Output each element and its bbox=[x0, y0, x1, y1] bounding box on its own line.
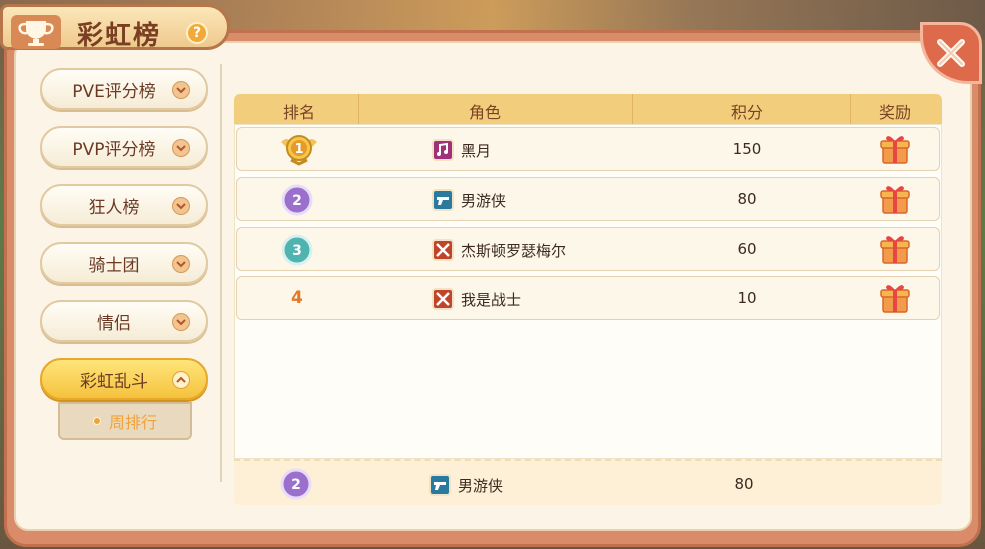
sidebar-divider bbox=[220, 64, 222, 482]
chevron-down-icon bbox=[172, 313, 190, 331]
score-value: 150 bbox=[732, 140, 762, 158]
sidebar-subitem-weekly[interactable]: 周排行 bbox=[58, 402, 192, 440]
gift-box-icon[interactable] bbox=[880, 183, 910, 215]
rank-purple-badge-icon: 2 bbox=[280, 468, 312, 500]
title-banner: 彩虹榜 ? bbox=[0, 4, 230, 51]
trophy-icon bbox=[11, 15, 61, 49]
sidebar-subitem-label: 周排行 bbox=[108, 413, 157, 432]
score-value: 80 bbox=[737, 190, 757, 208]
role-name: 黑月 bbox=[461, 142, 492, 160]
svg-text:2: 2 bbox=[292, 193, 302, 209]
role-name: 男游侠 bbox=[461, 192, 507, 210]
swords-icon bbox=[432, 239, 454, 261]
gun-icon bbox=[429, 474, 451, 496]
rank-teal-badge-icon: 3 bbox=[281, 234, 313, 266]
column-divider bbox=[850, 94, 851, 124]
svg-text:3: 3 bbox=[292, 243, 302, 259]
score-value: 10 bbox=[737, 289, 757, 307]
sidebar-item-pvp[interactable]: PVP评分榜 bbox=[40, 126, 208, 168]
page-title: 彩虹榜 bbox=[77, 21, 162, 51]
sidebar-item-label: 彩虹乱斗 bbox=[80, 371, 148, 392]
my-rank-row: 2 男游侠 80 bbox=[234, 459, 942, 505]
music-note-icon bbox=[432, 139, 454, 161]
column-divider bbox=[358, 94, 359, 124]
svg-text:2: 2 bbox=[291, 477, 301, 493]
sidebar-item-label: PVP评分榜 bbox=[72, 139, 156, 160]
swords-icon bbox=[432, 288, 454, 310]
gun-icon bbox=[432, 189, 454, 211]
close-icon bbox=[937, 39, 965, 67]
svg-text:1: 1 bbox=[294, 142, 303, 157]
role-name: 我是战士 bbox=[461, 291, 522, 309]
chevron-down-icon bbox=[172, 255, 190, 273]
score-value: 80 bbox=[734, 475, 754, 493]
sidebar-item-label: 情侣 bbox=[97, 313, 131, 334]
table-row[interactable]: 4 我是战士 10 bbox=[236, 276, 940, 320]
chevron-down-icon bbox=[172, 81, 190, 99]
gift-box-icon[interactable] bbox=[880, 233, 910, 265]
column-header-rank: 排名 bbox=[282, 103, 315, 122]
sidebar-item-label: PVE评分榜 bbox=[72, 81, 156, 102]
rank-gold-medal-icon: 1 bbox=[281, 135, 317, 166]
help-icon[interactable]: ? bbox=[186, 22, 208, 44]
chevron-down-icon bbox=[172, 139, 190, 157]
table-row[interactable]: 3 杰斯顿罗瑟梅尔 60 bbox=[236, 227, 940, 271]
sidebar-item-label: 骑士团 bbox=[88, 255, 140, 276]
gift-box-icon[interactable] bbox=[880, 282, 910, 314]
chevron-up-icon bbox=[172, 371, 190, 389]
column-header-score: 积分 bbox=[730, 103, 763, 122]
sidebar-item-madman[interactable]: 狂人榜 bbox=[40, 184, 208, 226]
rank-number: 4 bbox=[291, 288, 303, 308]
table-header: 排名 角色 积分 奖励 bbox=[234, 94, 942, 124]
sidebar-item-couple[interactable]: 情侣 bbox=[40, 300, 208, 342]
sidebar-item-label: 狂人榜 bbox=[88, 197, 140, 218]
gift-box-icon[interactable] bbox=[880, 133, 910, 165]
table-row[interactable]: 1 黑月 150 bbox=[236, 127, 940, 171]
sidebar-item-knights[interactable]: 骑士团 bbox=[40, 242, 208, 284]
score-value: 60 bbox=[737, 240, 757, 258]
column-divider bbox=[632, 94, 633, 124]
column-header-role: 角色 bbox=[468, 103, 501, 122]
sidebar-item-pve[interactable]: PVE评分榜 bbox=[40, 68, 208, 110]
chevron-down-icon bbox=[172, 197, 190, 215]
selected-dot-icon bbox=[92, 417, 101, 425]
rank-purple-badge-icon: 2 bbox=[281, 184, 313, 216]
table-row[interactable]: 2 男游侠 80 bbox=[236, 177, 940, 221]
column-header-reward: 奖励 bbox=[878, 103, 911, 122]
sidebar-item-rainbow-brawl[interactable]: 彩虹乱斗 bbox=[40, 358, 208, 400]
role-name: 杰斯顿罗瑟梅尔 bbox=[461, 242, 567, 260]
role-name: 男游侠 bbox=[458, 477, 504, 495]
